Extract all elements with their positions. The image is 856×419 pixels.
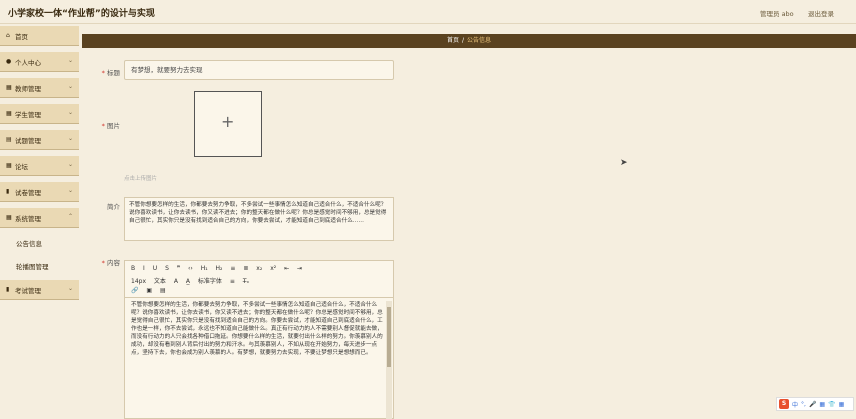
ordered-list-button[interactable]: ≡ <box>230 265 235 272</box>
grid-icon: ▦ <box>6 84 12 91</box>
chevron-down-icon: ⌄ <box>67 109 73 116</box>
header-select[interactable]: 文本 <box>154 278 166 285</box>
doc-icon: ▮ <box>6 188 10 195</box>
underline-button[interactable]: U <box>153 265 157 272</box>
sidebar-subitem-announcements[interactable]: 公告信息 <box>0 234 80 252</box>
title-label: * 标题 <box>101 69 120 77</box>
sogou-logo-icon[interactable]: S <box>779 399 789 409</box>
title-input[interactable]: 有梦想，就要努力去实现 <box>124 60 394 80</box>
summary-label: 简介 <box>107 203 120 211</box>
font-family-select[interactable]: 标准字体 <box>198 278 222 285</box>
sidebar-item-personal-center[interactable]: ● 个人中心 ⌄ <box>0 52 79 72</box>
summary-textarea[interactable]: 不管你想要怎样的生活，你都要去努力争取，不多尝试一些事情怎么知道自己适合什么，不… <box>124 197 394 241</box>
mouse-cursor-icon: ➤ <box>620 158 628 168</box>
user-icon: ● <box>6 58 12 65</box>
outdent-button[interactable]: ⇤ <box>284 265 289 272</box>
sidebar-item-label: 个人中心 <box>15 58 41 67</box>
sidebar-item-label: 试题管理 <box>15 136 41 145</box>
grid-icon: ▦ <box>6 214 12 221</box>
chevron-down-icon: ⌄ <box>67 161 73 168</box>
doc-icon: ▮ <box>6 286 10 293</box>
superscript-button[interactable]: x² <box>270 265 276 272</box>
ime-chinese-toggle[interactable]: 中 <box>792 400 798 409</box>
sidebar-subitem-carousel[interactable]: 轮播图管理 <box>0 257 80 275</box>
ime-punctuation-toggle[interactable]: °, <box>801 401 806 408</box>
code-button[interactable]: ‹› <box>188 265 193 272</box>
image-icon[interactable]: ▣ <box>146 287 152 294</box>
ime-tray: S 中 °, 🎤 ▦ 👕 ▦ <box>776 397 854 411</box>
breadcrumb: 首页 / 公告信息 <box>82 34 856 48</box>
sidebar-item-teachers[interactable]: ▦ 教师管理 ⌄ <box>0 78 79 98</box>
rich-text-editor[interactable]: B I U S ❞ ‹› H₁ H₂ ≡ ≣ x₂ x² ⇤ ⇥ 14px 文本… <box>124 260 394 419</box>
chevron-up-icon: ⌃ <box>67 213 73 220</box>
bold-button[interactable]: B <box>131 265 135 272</box>
logout-link[interactable]: 退出登录 <box>808 8 834 18</box>
chevron-down-icon: ⌄ <box>67 187 73 194</box>
sidebar-item-label: 考试管理 <box>15 286 41 295</box>
clear-format-button[interactable]: T̶ₓ <box>243 278 249 285</box>
editor-content[interactable]: 不管你想要怎样的生活，你都要去努力争取，不多尝试一些事情怎么知道自己适合什么，不… <box>131 301 385 419</box>
breadcrumb-home[interactable]: 首页 <box>447 37 459 44</box>
sidebar-item-home[interactable]: ⌂ 首页 <box>0 26 79 46</box>
sidebar-item-questions[interactable]: ▤ 试题管理 ⌄ <box>0 130 79 150</box>
sidebar-item-exams[interactable]: ▮ 考试管理 ⌄ <box>0 280 79 300</box>
bullet-list-button[interactable]: ≣ <box>243 265 248 272</box>
editor-toolbar-row-3: 🔗 ▣ ▤ <box>131 287 172 297</box>
subscript-button[interactable]: x₂ <box>256 265 262 272</box>
editor-divider <box>125 297 393 298</box>
align-button[interactable]: ≡ <box>230 278 235 285</box>
app-title: 小学家校一体“作业帮”的设计与实现 <box>8 9 155 19</box>
list-icon: ▤ <box>6 136 12 143</box>
sidebar-item-label: 学生管理 <box>15 110 41 119</box>
microphone-icon[interactable]: 🎤 <box>809 401 816 408</box>
h2-button[interactable]: H₂ <box>216 265 223 272</box>
strike-button[interactable]: S <box>165 265 169 272</box>
toolbox-icon[interactable]: ▦ <box>839 401 845 408</box>
sidebar-item-label: 论坛 <box>15 162 28 171</box>
grid-icon: ▦ <box>6 110 12 117</box>
sidebar-item-forum[interactable]: ▦ 论坛 ⌄ <box>0 156 79 176</box>
chevron-down-icon: ⌄ <box>67 83 73 90</box>
h1-button[interactable]: H₁ <box>201 265 208 272</box>
breadcrumb-current: 公告信息 <box>467 37 492 44</box>
image-upload-hint: 点击上传图片 <box>124 176 158 182</box>
breadcrumb-separator: / <box>461 37 465 44</box>
sidebar-item-label: 试卷管理 <box>15 188 41 197</box>
skin-icon[interactable]: 👕 <box>828 401 835 408</box>
sidebar-item-papers[interactable]: ▮ 试卷管理 ⌄ <box>0 182 79 202</box>
chevron-down-icon: ⌄ <box>67 135 73 142</box>
video-icon[interactable]: ▤ <box>160 287 166 294</box>
sidebar-item-label: 教师管理 <box>15 84 41 93</box>
current-user: 管理员 abo <box>760 10 794 18</box>
quote-button[interactable]: ❞ <box>177 265 180 272</box>
plus-icon: + <box>221 112 235 131</box>
home-icon: ⌂ <box>6 32 10 39</box>
sidebar-item-label: 首页 <box>15 32 28 41</box>
content-label: * 内容 <box>101 259 120 267</box>
editor-toolbar-row-1: B I U S ❞ ‹› H₁ H₂ ≡ ≣ x₂ x² ⇤ ⇥ <box>131 265 308 275</box>
background-color-button[interactable]: A̲ <box>186 278 190 285</box>
main-content: 首页 / 公告信息 * 标题 有梦想，就要努力去实现 * 图片 + 点击上传图片 简… <box>82 26 856 419</box>
grid-icon: ▦ <box>6 162 12 169</box>
keyboard-icon[interactable]: ▦ <box>819 401 825 408</box>
sidebar-item-system[interactable]: ▦ 系统管理 ⌃ <box>0 208 79 228</box>
editor-scrollbar[interactable] <box>386 301 392 419</box>
sidebar: ⌂ 首页 ● 个人中心 ⌄ ▦ 教师管理 ⌄ ▦ 学生管理 ⌄ ▤ 试题管理 ⌄… <box>0 26 80 419</box>
italic-button[interactable]: I <box>143 265 145 272</box>
scrollbar-thumb[interactable] <box>387 307 391 367</box>
sidebar-item-students[interactable]: ▦ 学生管理 ⌄ <box>0 104 79 124</box>
image-upload-button[interactable]: + <box>194 91 262 157</box>
chevron-down-icon: ⌄ <box>67 57 73 64</box>
top-bar: 小学家校一体“作业帮”的设计与实现 管理员 abo 退出登录 <box>0 0 856 24</box>
font-size-select[interactable]: 14px <box>131 278 146 285</box>
indent-button[interactable]: ⇥ <box>297 265 302 272</box>
editor-toolbar-row-2: 14px 文本 A A̲ 标准字体 ≡ T̶ₓ <box>131 276 255 286</box>
font-color-button[interactable]: A <box>174 278 178 285</box>
sidebar-item-label: 系统管理 <box>15 214 41 223</box>
image-label: * 图片 <box>101 122 120 130</box>
link-icon[interactable]: 🔗 <box>131 287 138 294</box>
chevron-down-icon: ⌄ <box>67 285 73 292</box>
